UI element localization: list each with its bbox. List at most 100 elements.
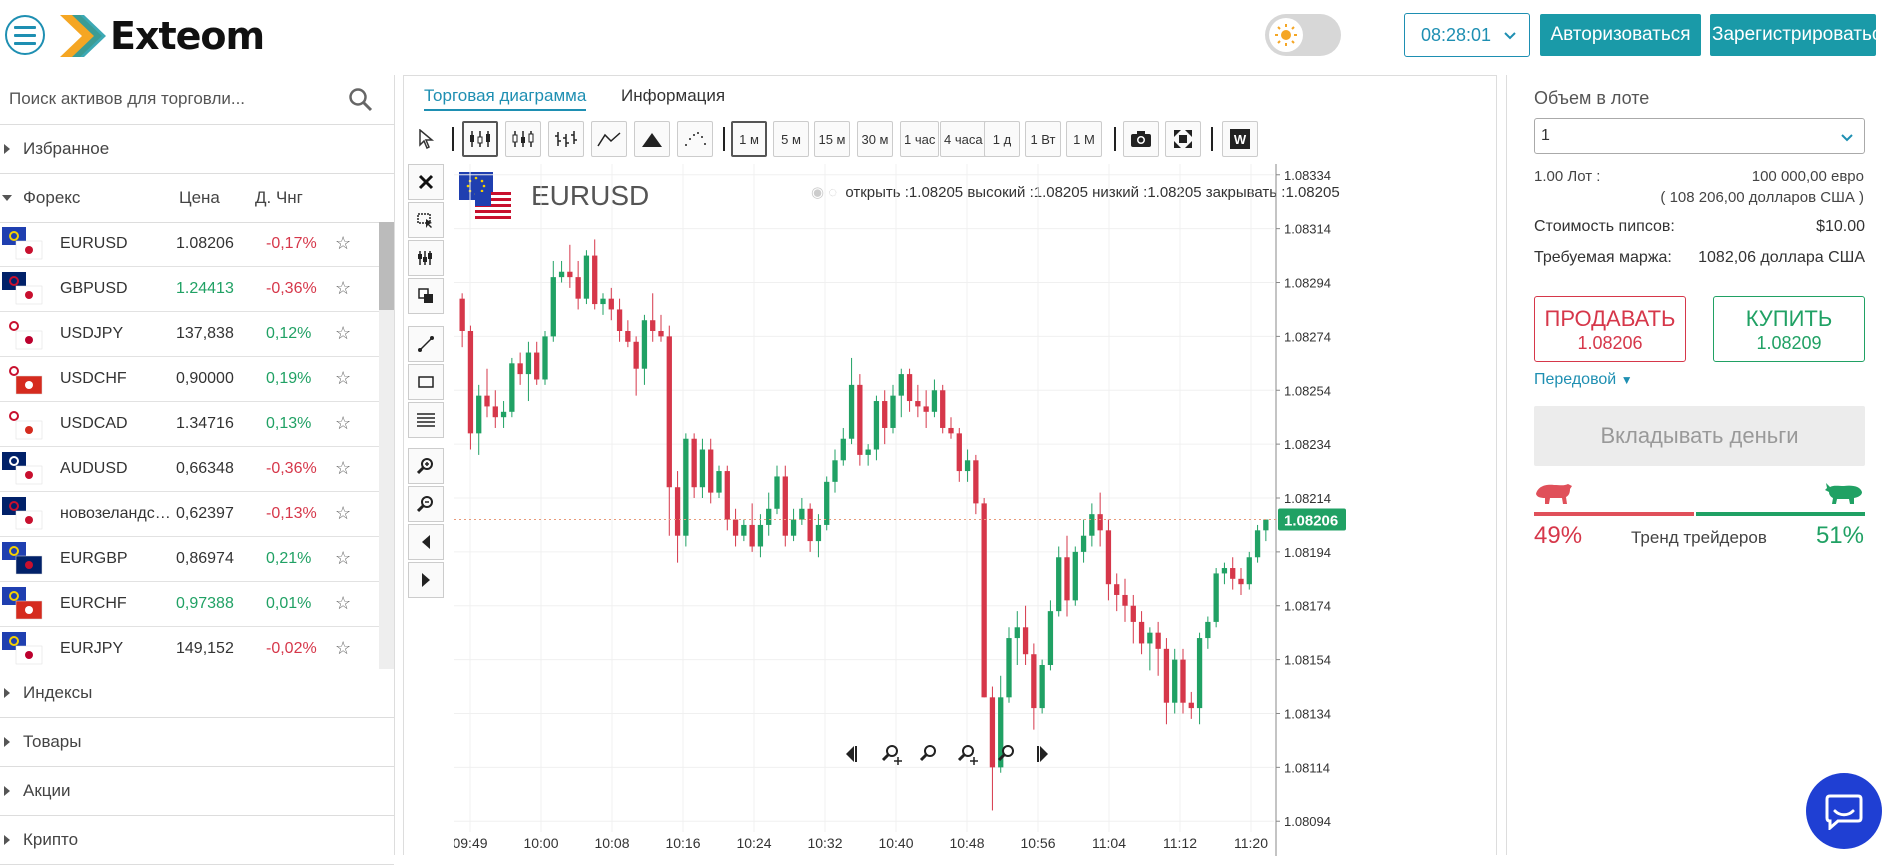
sell-button[interactable]: ПРОДАВАТЬ 1.08206: [1534, 296, 1686, 362]
timeframe-4h-button[interactable]: 4 часа: [940, 121, 987, 157]
asset-price: 1.08206: [176, 235, 234, 252]
asset-row[interactable]: EURUSD 1.08206 -0,17% ☆: [0, 222, 379, 267]
timeframe-5m-button[interactable]: 5 м: [773, 121, 809, 157]
category-favorites[interactable]: Избранное: [0, 125, 394, 174]
asset-row[interactable]: новозеландский доллар0,62397 -0,13% ☆: [0, 492, 379, 537]
category-stocks[interactable]: Акции: [0, 767, 394, 816]
header: Exteom 08:28:01 Авторизоваться Зарегистр…: [0, 0, 1887, 72]
category-crypto[interactable]: Крипто: [0, 816, 394, 865]
timeframe-1h-button[interactable]: 1 час: [900, 121, 940, 157]
timeframe-1w-button[interactable]: 1 Вт: [1025, 121, 1061, 157]
forward-dropdown[interactable]: Передовой ▼: [1534, 371, 1633, 389]
menu-icon[interactable]: [5, 15, 45, 55]
candlestick-chart[interactable]: 1.08334 1.08314 1.08294 1.08274 1.08254 1.082…: [454, 164, 1494, 856]
ohlc-bars-icon[interactable]: [548, 121, 584, 157]
fullscreen-icon[interactable]: [1165, 121, 1201, 157]
y-tick-label: 1.08254: [1284, 383, 1331, 398]
asset-name: USDCHF: [60, 370, 127, 387]
star-icon[interactable]: ☆: [335, 458, 351, 479]
dot-chart-icon[interactable]: [677, 121, 713, 157]
pip-value-row: Стоимость пипсов: $10.00: [1534, 218, 1865, 236]
asset-row[interactable]: EURCHF 0,97388 0,01% ☆: [0, 582, 379, 627]
area-chart-icon[interactable]: [634, 121, 670, 157]
timeframe-1mo-button[interactable]: 1 М: [1066, 121, 1102, 157]
asset-row[interactable]: AUDUSD 0,66348 -0,36% ☆: [0, 447, 379, 492]
timeframe-30m-button[interactable]: 30 м: [857, 121, 893, 157]
x-tick-label: 10:24: [736, 835, 771, 851]
timeframe-1d-button[interactable]: 1 д: [984, 121, 1020, 157]
time-selector[interactable]: 08:28:01: [1404, 13, 1530, 57]
asset-row[interactable]: USDCHF 0,90000 0,19% ☆: [0, 357, 379, 402]
asset-change: -0,36%: [266, 460, 317, 477]
category-commodities[interactable]: Товары: [0, 718, 394, 767]
scroll-left-icon[interactable]: [408, 524, 444, 560]
asset-list-scrollbar[interactable]: [379, 222, 394, 669]
scroll-right-icon[interactable]: [408, 562, 444, 598]
login-button[interactable]: Авторизоваться: [1540, 14, 1701, 56]
asset-row[interactable]: EURGBP 0,86974 0,21% ☆: [0, 537, 379, 582]
candle-body: [749, 524, 755, 547]
select-area-icon[interactable]: [408, 202, 444, 238]
chart-area[interactable]: 1.08334 1.08314 1.08294 1.08274 1.08254 1.082…: [454, 164, 1494, 856]
invest-button[interactable]: Вкладывать деньги: [1534, 406, 1865, 466]
category-indices[interactable]: Индексы: [0, 669, 394, 718]
candlestick-chart-icon[interactable]: [462, 121, 498, 157]
star-icon[interactable]: ☆: [335, 638, 351, 659]
asset-row[interactable]: USDJPY 137,838 0,12% ☆: [0, 312, 379, 357]
zoom-in-all-icon[interactable]: [957, 745, 978, 765]
star-icon[interactable]: ☆: [335, 548, 351, 569]
zoom-in-icon[interactable]: [408, 448, 444, 484]
tab-trading-chart[interactable]: Торговая диаграмма: [424, 86, 587, 111]
trend-line-icon[interactable]: [408, 326, 444, 362]
candle-body: [1254, 530, 1261, 558]
star-icon[interactable]: ☆: [335, 413, 351, 434]
zoom-out-icon[interactable]: [408, 486, 444, 522]
star-icon[interactable]: ☆: [335, 323, 351, 344]
asset-row[interactable]: GBPUSD 1.24413 -0,36% ☆: [0, 267, 379, 312]
star-icon[interactable]: ☆: [335, 593, 351, 614]
zoom-out-icon[interactable]: [919, 745, 936, 762]
asset-change: -0,36%: [266, 280, 317, 297]
star-icon[interactable]: ☆: [335, 233, 351, 254]
asset-row[interactable]: USDCAD 1.34716 0,13% ☆: [0, 402, 379, 447]
close-icon[interactable]: [408, 164, 444, 200]
asset-row[interactable]: EURJPY 149,152 -0,02% ☆: [0, 627, 379, 669]
chat-button[interactable]: [1806, 773, 1882, 849]
tab-information[interactable]: Информация: [621, 86, 725, 106]
buy-button[interactable]: КУПИТЬ 1.08209: [1713, 296, 1865, 362]
line-chart-icon[interactable]: [591, 121, 627, 157]
candle-body: [1006, 638, 1012, 698]
star-icon[interactable]: ☆: [335, 368, 351, 389]
scroll-right-icon[interactable]: [1037, 746, 1048, 762]
horizontal-lines-icon[interactable]: [408, 402, 444, 438]
widget-icon[interactable]: W: [1222, 121, 1258, 157]
scroll-left-icon[interactable]: [846, 746, 857, 762]
logo[interactable]: Exteom: [58, 12, 265, 60]
search-icon[interactable]: [348, 87, 374, 113]
category-label: Избранное: [23, 139, 110, 158]
star-icon[interactable]: ☆: [335, 278, 351, 299]
star-icon[interactable]: ☆: [335, 503, 351, 524]
register-button[interactable]: Зарегистрироваться: [1710, 14, 1876, 56]
camera-icon[interactable]: [1123, 121, 1159, 157]
rectangle-icon[interactable]: [408, 364, 444, 400]
duplicate-icon[interactable]: [408, 278, 444, 314]
candle-body: [484, 395, 490, 407]
lot-volume-select[interactable]: 1: [1534, 118, 1865, 154]
indicators-icon[interactable]: [408, 240, 444, 276]
candle-body: [1022, 627, 1029, 655]
hollow-candle-icon[interactable]: [505, 121, 541, 157]
theme-toggle[interactable]: [1265, 14, 1341, 56]
zoom-in-icon[interactable]: [881, 745, 902, 765]
timeframe-15m-button[interactable]: 15 м: [814, 121, 850, 157]
candle-body: [517, 363, 523, 375]
candle-body: [1147, 632, 1153, 644]
category-forex[interactable]: Форекс Цена Д. Чнг: [0, 174, 394, 223]
cursor-icon[interactable]: [408, 121, 444, 157]
asset-change: 0,01%: [266, 595, 312, 612]
margin-row: Требуемая маржа: 1082,06 доллара США: [1534, 249, 1865, 267]
scroll-thumb[interactable]: [379, 222, 394, 310]
candle-body: [956, 433, 962, 472]
timeframe-1m-button[interactable]: 1 м: [731, 121, 767, 157]
search-input[interactable]: [0, 75, 340, 123]
